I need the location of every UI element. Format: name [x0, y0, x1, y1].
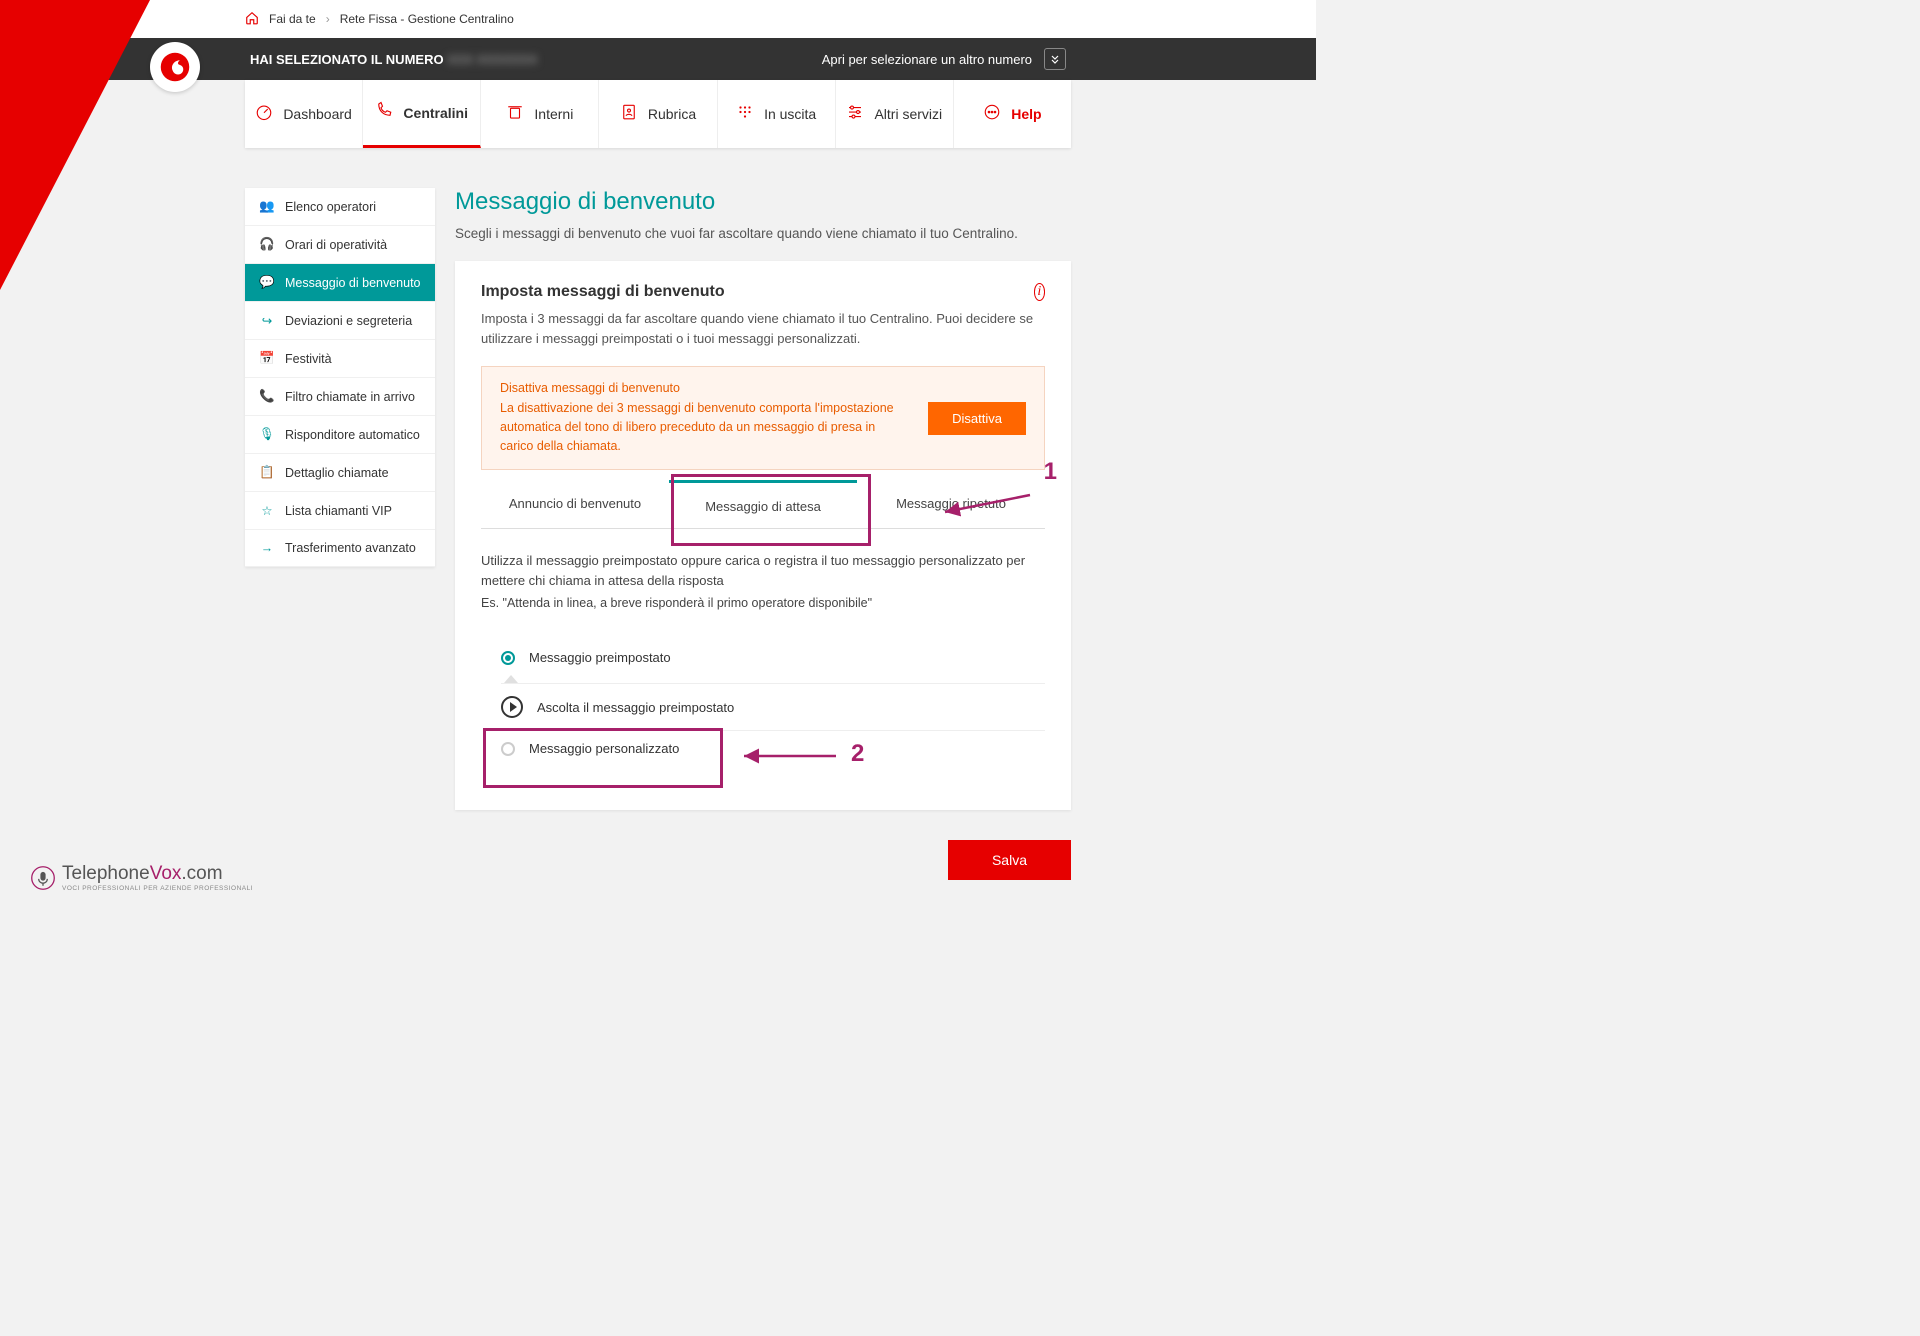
home-icon [245, 11, 259, 28]
save-button[interactable]: Salva [948, 840, 1071, 880]
warning-text: La disattivazione dei 3 messaggi di benv… [500, 399, 908, 455]
desk-phone-icon [506, 103, 524, 126]
star-icon: ☆ [259, 503, 275, 518]
listen-label: Ascolta il messaggio preimpostato [537, 700, 734, 715]
page-subtitle: Scegli i messaggi di benvenuto che vuoi … [455, 226, 1071, 241]
msg-tab-annuncio[interactable]: Annuncio di benvenuto [481, 480, 669, 528]
card-title: Imposta messaggi di benvenuto [481, 283, 1034, 301]
gauge-icon [255, 103, 273, 126]
annotation-arrow-2 [736, 748, 841, 764]
annotation-number-1: 1 [1044, 458, 1057, 486]
sidebar-item-elenco-operatori[interactable]: 👥Elenco operatori [245, 188, 435, 226]
select-another-label: Apri per selezionare un altro numero [822, 52, 1032, 67]
sidebar-item-deviazioni[interactable]: ↪Deviazioni e segreteria [245, 302, 435, 340]
headset-icon: 🎧 [259, 237, 275, 252]
sidebar-item-dettaglio[interactable]: 📋Dettaglio chiamate [245, 454, 435, 492]
forward-icon: ↪ [259, 313, 275, 328]
filter-icon: 📞 [259, 389, 275, 404]
tab-help[interactable]: Help [954, 80, 1071, 148]
info-icon[interactable]: i [1034, 283, 1045, 301]
sliders-icon [846, 103, 864, 126]
radio-personalizzato-label: Messaggio personalizzato [529, 741, 679, 756]
page-title: Messaggio di benvenuto [455, 188, 1071, 216]
tab-altri[interactable]: Altri servizi [836, 80, 954, 148]
message-body-text: Utilizza il messaggio preimpostato oppur… [481, 551, 1045, 590]
sidebar-item-filtro[interactable]: 📞Filtro chiamate in arrivo [245, 378, 435, 416]
sidebar: 👥Elenco operatori 🎧Orari di operatività … [245, 188, 435, 567]
radio-preimpostato-row[interactable]: Messaggio preimpostato [501, 640, 1045, 675]
annotation-arrow-1 [935, 490, 1035, 520]
contacts-icon [620, 103, 638, 126]
message-body-example: Es. "Attenda in linea, a breve risponder… [481, 596, 1045, 610]
sidebar-item-trasferimento[interactable]: →Trasferimento avanzato [245, 530, 435, 567]
breadcrumb-separator: › [326, 12, 330, 26]
users-icon: 👥 [259, 199, 275, 214]
play-icon[interactable] [501, 696, 523, 718]
msg-tab-attesa[interactable]: Messaggio di attesa [669, 480, 857, 528]
sidebar-item-orari[interactable]: 🎧Orari di operatività [245, 226, 435, 264]
breadcrumb: Fai da te › Rete Fissa - Gestione Centra… [0, 0, 1316, 38]
selection-indicator [504, 675, 518, 683]
sidebar-item-benvenuto[interactable]: 💬Messaggio di benvenuto [245, 264, 435, 302]
sidebar-item-risponditore[interactable]: 🎙Risponditore automatico [245, 416, 435, 454]
transfer-icon: → [259, 541, 275, 555]
tab-uscita[interactable]: In uscita [718, 80, 836, 148]
dialpad-icon [736, 103, 754, 126]
tab-dashboard[interactable]: Dashboard [245, 80, 363, 148]
main-tabs: Dashboard Centralini Interni Rubrica In … [245, 80, 1071, 148]
annotation-number-2: 2 [851, 740, 864, 768]
mic-icon: 🎙 [259, 427, 275, 442]
vodafone-logo [150, 42, 200, 92]
deactivate-warning: Disattiva messaggi di benvenuto La disat… [481, 366, 1045, 470]
detail-icon: 📋 [259, 465, 275, 480]
expand-number-button[interactable] [1044, 48, 1066, 70]
tab-rubrica[interactable]: Rubrica [599, 80, 717, 148]
brand-triangle [0, 0, 150, 290]
selected-number-label: HAI SELEZIONATO IL NUMERO XXX XXXXXXX [250, 52, 538, 67]
sidebar-item-festivita[interactable]: 📅Festività [245, 340, 435, 378]
radio-preimpostato-label: Messaggio preimpostato [529, 650, 671, 665]
breadcrumb-current: Rete Fissa - Gestione Centralino [340, 12, 514, 26]
warning-title: Disattiva messaggi di benvenuto [500, 381, 908, 395]
telephonevox-logo: TelephoneVox.com VOCI PROFESSIONALI PER … [30, 863, 253, 892]
message-icon: 💬 [259, 275, 275, 290]
phone-icon [375, 101, 393, 124]
breadcrumb-home[interactable]: Fai da te [269, 12, 316, 26]
sidebar-item-vip[interactable]: ☆Lista chiamanti VIP [245, 492, 435, 530]
tab-centralini[interactable]: Centralini [363, 80, 481, 148]
deactivate-button[interactable]: Disattiva [928, 402, 1026, 435]
tab-interni[interactable]: Interni [481, 80, 599, 148]
calendar-icon: 📅 [259, 351, 275, 366]
chat-icon [983, 103, 1001, 126]
card-description: Imposta i 3 messaggi da far ascoltare qu… [481, 309, 1034, 348]
radio-personalizzato[interactable] [501, 742, 515, 756]
listen-row[interactable]: Ascolta il messaggio preimpostato [501, 683, 1045, 730]
welcome-card: Imposta messaggi di benvenuto Imposta i … [455, 261, 1071, 810]
radio-preimpostato[interactable] [501, 651, 515, 665]
